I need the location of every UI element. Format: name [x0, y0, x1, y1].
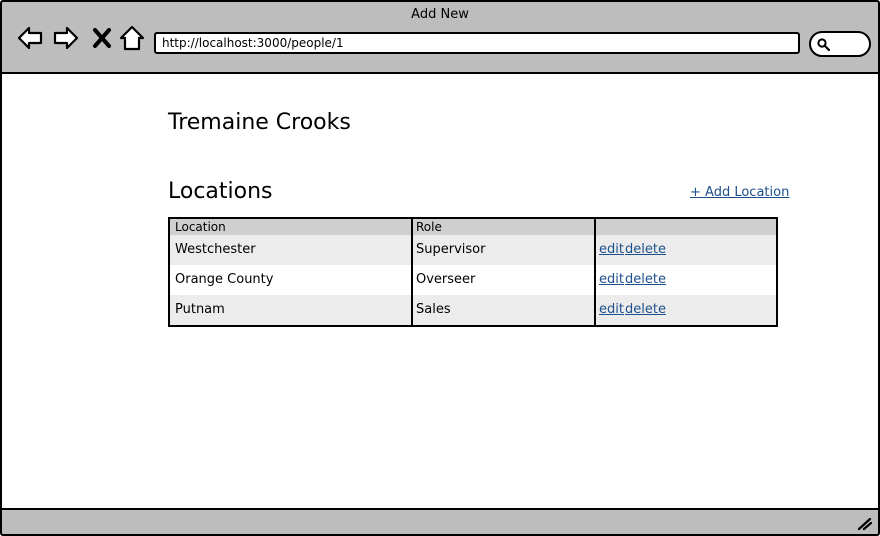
- close-x-icon[interactable]: [90, 24, 114, 52]
- status-bar: [2, 508, 878, 534]
- delete-link[interactable]: delete: [625, 295, 666, 325]
- edit-link[interactable]: edit: [599, 295, 624, 325]
- column-divider: [594, 219, 596, 325]
- search-icon: [817, 38, 830, 51]
- table-row: Putnam Sales edit delete: [170, 295, 776, 325]
- role-cell: Sales: [416, 302, 451, 317]
- locations-table: Location Role Westchester Supervisor edi…: [168, 217, 778, 327]
- add-location-link[interactable]: + Add Location: [690, 185, 789, 200]
- column-divider: [411, 219, 413, 325]
- role-cell: Overseer: [416, 272, 476, 287]
- person-name-heading: Tremaine Crooks: [168, 110, 351, 135]
- delete-link[interactable]: delete: [625, 265, 666, 295]
- search-field[interactable]: [809, 31, 871, 57]
- back-arrow-icon[interactable]: [16, 24, 44, 52]
- role-cell: Supervisor: [416, 242, 486, 257]
- locations-heading: Locations: [168, 179, 273, 204]
- edit-link[interactable]: edit: [599, 265, 624, 295]
- forward-arrow-icon[interactable]: [52, 24, 80, 52]
- edit-link[interactable]: edit: [599, 235, 624, 265]
- resize-grip-icon[interactable]: [856, 515, 872, 531]
- address-bar[interactable]: http://localhost:3000/people/1: [154, 32, 800, 54]
- delete-link[interactable]: delete: [625, 235, 666, 265]
- location-cell: Orange County: [175, 272, 274, 287]
- table-row: Westchester Supervisor edit delete: [170, 235, 776, 265]
- browser-toolbar: Add New http://localhost:3000/people/1: [2, 2, 878, 74]
- location-cell: Westchester: [175, 242, 256, 257]
- home-icon[interactable]: [118, 24, 146, 52]
- column-header-location: Location: [175, 220, 226, 234]
- table-header-row: Location Role: [170, 219, 776, 235]
- browser-window: Add New http://localhost:3000/people/1 T…: [0, 0, 880, 536]
- window-title: Add New: [411, 7, 469, 22]
- location-cell: Putnam: [175, 302, 225, 317]
- column-header-role: Role: [416, 220, 442, 234]
- table-row: Orange County Overseer edit delete: [170, 265, 776, 295]
